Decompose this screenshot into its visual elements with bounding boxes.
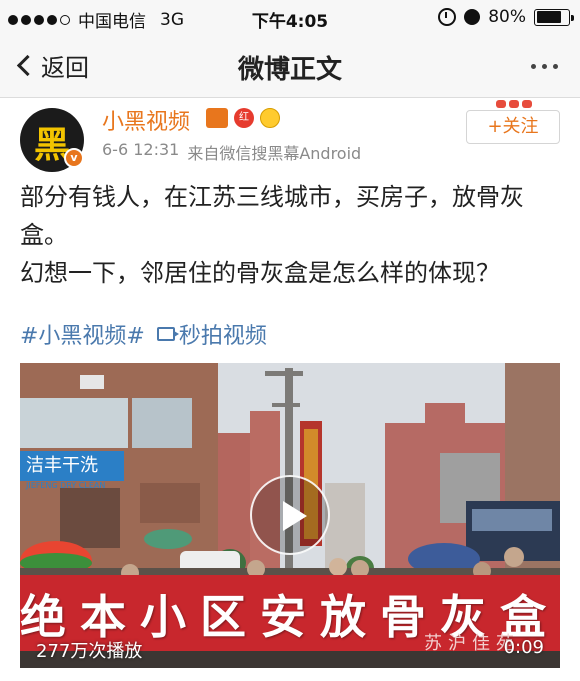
- author-badges: 红: [206, 108, 280, 128]
- more-dots-icon: [531, 64, 536, 69]
- video-tag-label: 秒拍视频: [178, 324, 267, 349]
- status-right: 80%: [438, 7, 574, 27]
- post-date: 6-6 12:31: [102, 140, 180, 159]
- member-icon: [206, 108, 228, 128]
- post-body: 部分有钱人，在江苏三线城市，买房子，放骨灰盒。 幻想一下，邻居住的骨灰盒是怎么样…: [20, 178, 560, 292]
- red-badge-icon: 红: [234, 108, 254, 128]
- page-title: 微博正文: [237, 55, 342, 85]
- orientation-lock-icon: [438, 8, 457, 26]
- video-tag-link[interactable]: 秒拍视频: [156, 318, 267, 350]
- video-duration: 0:09: [503, 637, 544, 658]
- battery-fill: [536, 11, 562, 23]
- shop-sign: 洁丰干洗: [20, 451, 124, 481]
- nav-bar: 返回 微博正文: [0, 34, 580, 98]
- play-icon[interactable]: [250, 475, 330, 555]
- hashtag-link[interactable]: #小黑视频#: [20, 318, 145, 350]
- post-line-1: 部分有钱人，在江苏三线城市，买房子，放骨灰盒。: [20, 183, 524, 249]
- decoration-badges: [496, 100, 532, 108]
- shop-sign-sub: JIEFENG DRY CLEAN: [26, 481, 106, 490]
- post-line-2: 幻想一下，邻居住的骨灰盒是怎么样的体现？: [20, 259, 500, 287]
- video-camera-icon: [156, 327, 179, 341]
- alarm-icon: [464, 9, 481, 25]
- post-tags: #小黑视频# 秒拍视频: [20, 318, 267, 350]
- emoji-face-icon: [260, 108, 280, 128]
- verified-icon: v: [64, 148, 84, 168]
- author-name[interactable]: 小黑视频: [102, 104, 190, 136]
- battery-percent: 80%: [488, 7, 526, 27]
- post-meta: 6-6 12:31 来自微信搜黑幕Android: [102, 140, 361, 164]
- status-bar: 中国电信 3G 下午4:05 80%: [0, 0, 580, 34]
- more-options-button[interactable]: [531, 64, 558, 69]
- battery-icon: [534, 8, 574, 26]
- follow-button[interactable]: +关注: [466, 110, 560, 144]
- video-player[interactable]: 洁丰干洗 JIEFENG DRY CLEAN 绝本小区安放骨灰盒 苏沪佳苑 27…: [20, 363, 560, 668]
- post-source: 来自微信搜黑幕Android: [187, 144, 362, 163]
- play-count: 277万次播放: [36, 641, 143, 662]
